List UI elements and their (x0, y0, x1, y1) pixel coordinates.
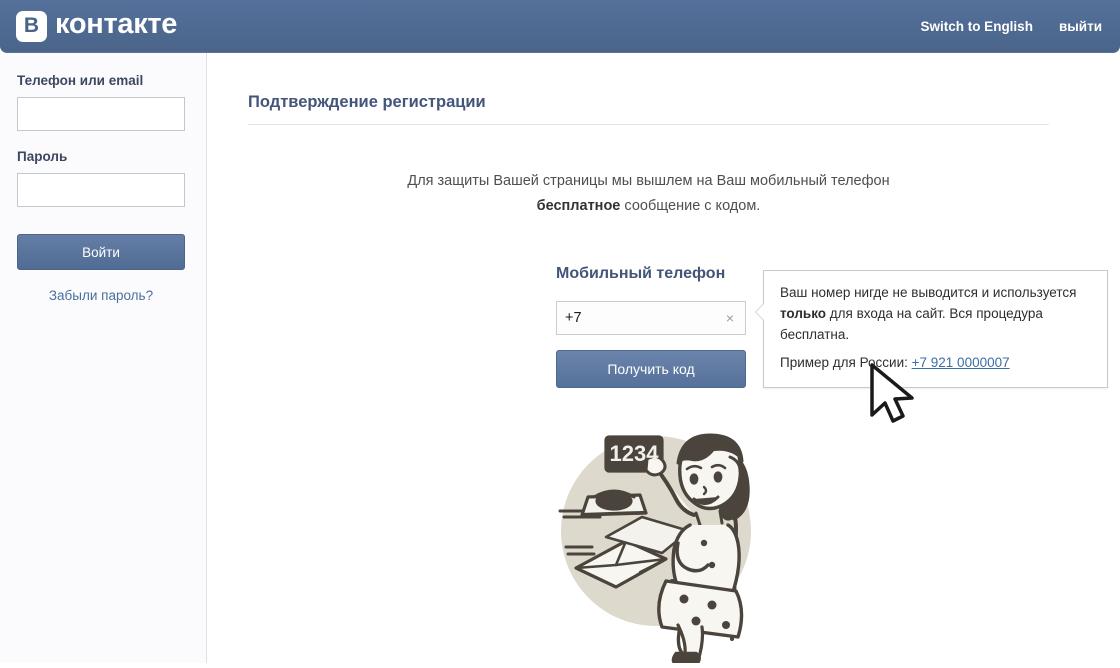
phone-field-label: Мобильный телефон (556, 265, 726, 282)
illustration-sign-number: 1234 (610, 441, 660, 466)
intro-line-2: сообщение с кодом. (620, 198, 761, 214)
tooltip-bold-word: только (780, 306, 827, 321)
forgot-password-link[interactable]: Забыли пароль? (0, 288, 202, 303)
registration-illustration: 1234 (544, 413, 784, 668)
switch-to-english-link[interactable]: Switch to English (920, 19, 1033, 34)
password-input[interactable] (17, 173, 185, 207)
title-divider (248, 124, 1049, 125)
login-sidebar: Телефон или email Пароль Войти Забыли па… (0, 53, 207, 663)
intro-text: Для защиты Вашей страницы мы вышлем на В… (248, 169, 1049, 219)
intro-bold-word: бесплатное (536, 198, 621, 214)
vk-logo-icon: В (16, 10, 47, 42)
logout-link[interactable]: выйти (1059, 19, 1102, 34)
example-phone-link[interactable]: +7 921 0000007 (912, 355, 1010, 370)
phone-input-wrapper: × (556, 301, 746, 335)
login-field-label: Телефон или email (17, 73, 144, 88)
main-content: Подтверждение регистрации Для защиты Ваш… (207, 53, 1120, 668)
get-code-button[interactable]: Получить код (556, 350, 746, 388)
tooltip-text: Ваш номер нигде не выводится и используе… (780, 282, 1092, 345)
tooltip-text-part1: Ваш номер нигде не выводится и используе… (780, 285, 1077, 300)
site-header: В контакте Switch to English выйти (0, 0, 1120, 53)
tooltip-example-label: Пример для России: (780, 355, 908, 370)
privacy-tooltip: Ваш номер нигде не выводится и используе… (755, 270, 1108, 388)
login-input[interactable] (17, 97, 185, 131)
tooltip-tail-fill (756, 304, 764, 320)
intro-line-1: Для защиты Вашей страницы мы вышлем на В… (407, 173, 890, 189)
tooltip-example-row: Пример для России: +7 921 0000007 (780, 355, 1010, 370)
password-field-label: Пароль (17, 149, 68, 164)
page-title: Подтверждение регистрации (248, 93, 486, 111)
header-links: Switch to English выйти (920, 0, 1102, 53)
signin-button[interactable]: Войти (17, 234, 185, 270)
vk-logo-text: контакте (55, 8, 178, 40)
vk-logo[interactable]: В контакте (16, 8, 177, 44)
clear-icon[interactable]: × (722, 309, 738, 327)
phone-input[interactable] (557, 302, 715, 334)
